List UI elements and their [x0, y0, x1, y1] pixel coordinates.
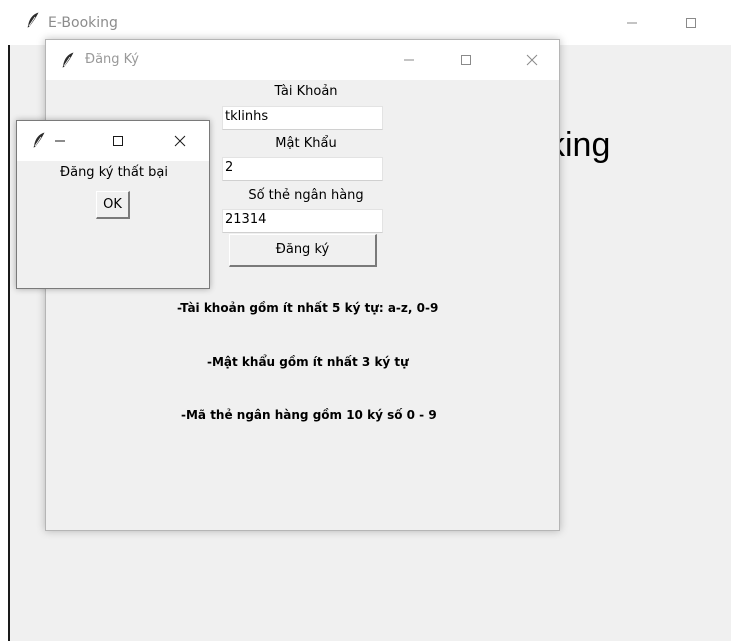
register-titlebar[interactable]: Đăng Ký: [46, 40, 559, 80]
maximize-icon: [461, 55, 471, 65]
username-label: Tài Khoản: [274, 84, 338, 99]
register-minimize-button[interactable]: [386, 40, 432, 80]
dialog-minimize-button[interactable]: [37, 121, 83, 161]
register-maximize-button[interactable]: [443, 40, 489, 80]
password-label: Mật Khẩu: [275, 136, 337, 151]
main-window-title: E-Booking: [48, 15, 118, 31]
minimize-icon: [55, 140, 65, 142]
password-input[interactable]: 2: [222, 157, 383, 181]
dialog-titlebar[interactable]: [17, 121, 209, 161]
feather-icon: [26, 12, 40, 28]
maximize-icon: [113, 136, 123, 146]
minimize-icon: [404, 59, 414, 61]
card-number-input[interactable]: 21314: [222, 209, 383, 233]
username-input[interactable]: tklinhs: [222, 106, 383, 130]
rule-card-number: -Mã thẻ ngân hàng gồm 10 ký số 0 - 9: [181, 408, 437, 422]
dialog-close-button[interactable]: [157, 121, 203, 161]
maximize-button[interactable]: [668, 0, 714, 45]
minimize-button[interactable]: [609, 0, 655, 45]
error-dialog: Đăng ký thất bại OK: [16, 120, 210, 289]
register-window-title: Đăng Ký: [85, 52, 139, 67]
maximize-icon: [686, 17, 696, 28]
dialog-message: Đăng ký thất bại: [60, 165, 168, 180]
close-icon: [526, 54, 538, 66]
register-submit-button[interactable]: Đăng ký: [229, 234, 377, 267]
ok-button[interactable]: OK: [96, 191, 130, 219]
dialog-maximize-button[interactable]: [95, 121, 141, 161]
rule-password: -Mật khẩu gồm ít nhất 3 ký tự: [207, 355, 409, 369]
close-icon: [174, 135, 186, 147]
minimize-icon: [627, 22, 637, 23]
rule-username: -Tài khoản gồm ít nhất 5 ký tự: a-z, 0-9: [177, 301, 439, 315]
register-close-button[interactable]: [509, 40, 555, 80]
card-number-label: Số thẻ ngân hàng: [248, 188, 364, 203]
feather-icon: [61, 52, 75, 68]
